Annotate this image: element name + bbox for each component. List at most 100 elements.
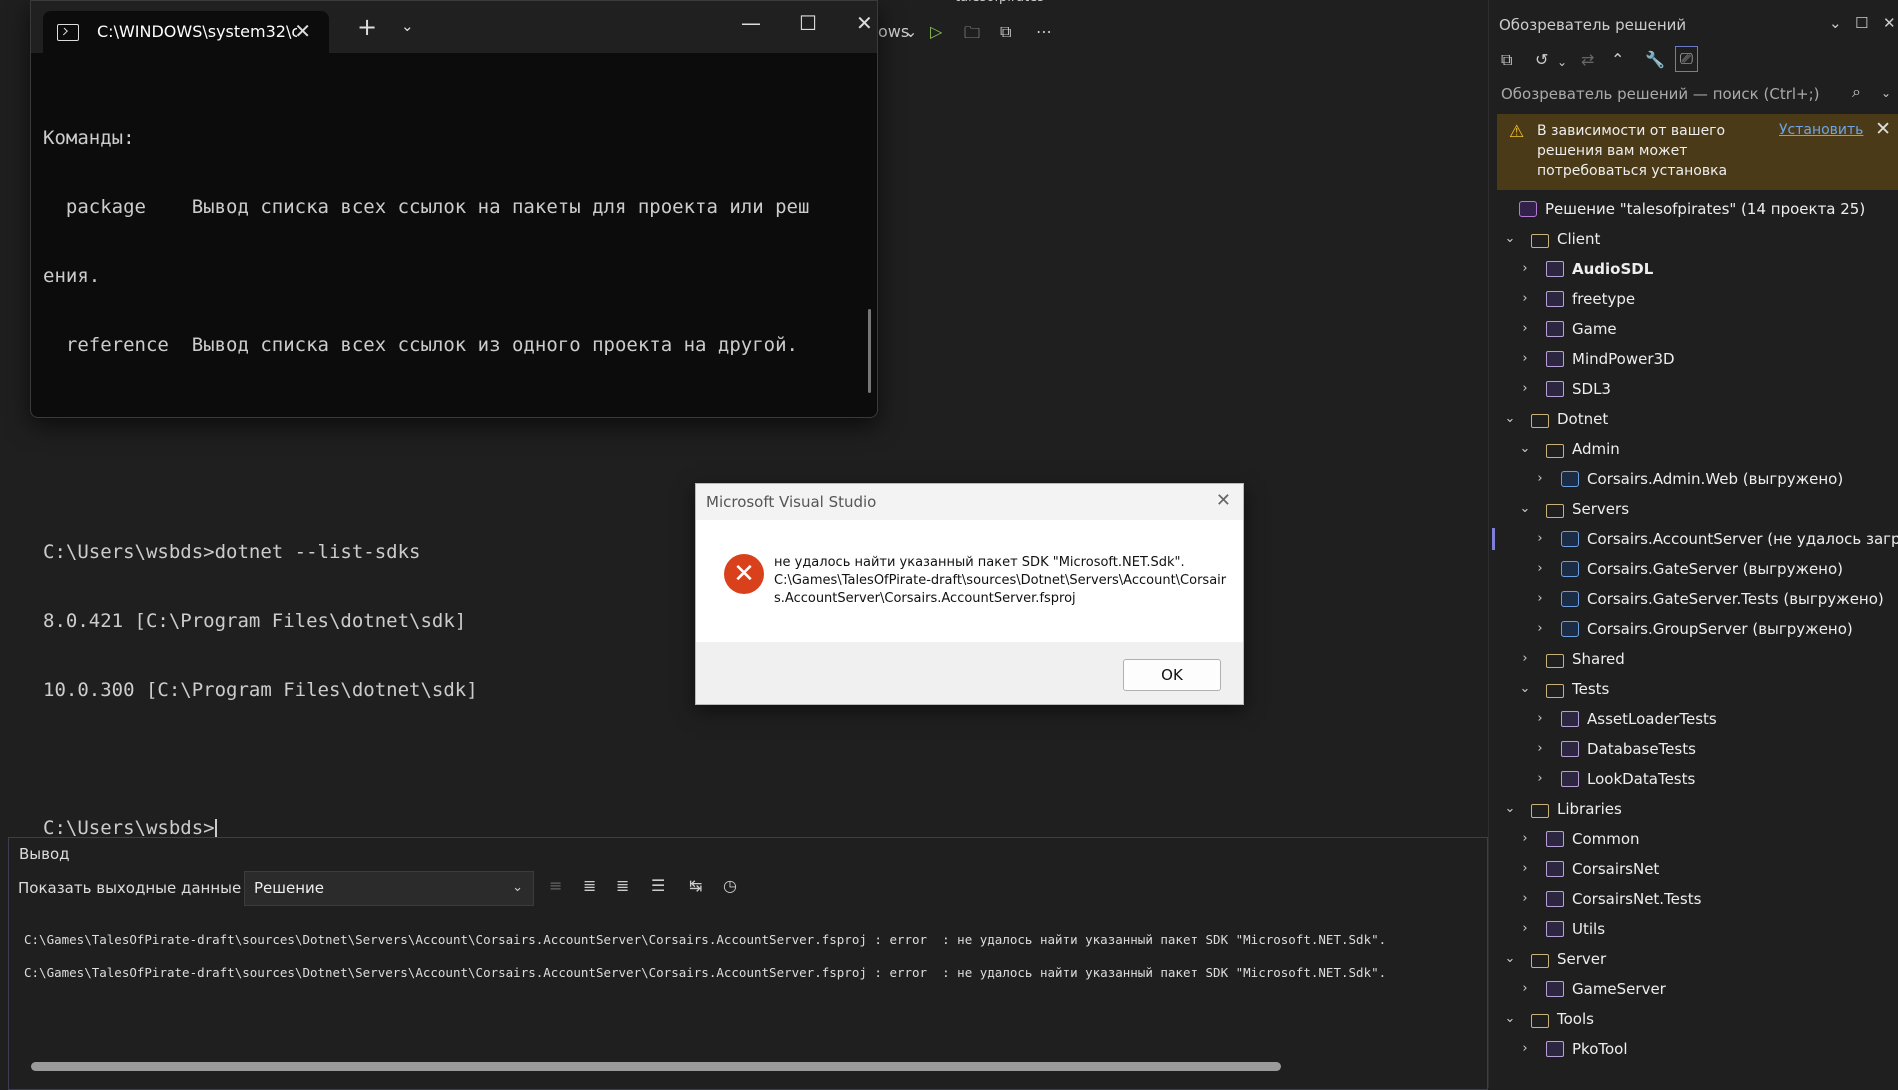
chevron-right-icon[interactable]: › <box>1518 261 1532 276</box>
chevron-right-icon[interactable]: › <box>1518 351 1532 366</box>
live-share-icon[interactable]: ⧉ <box>1000 22 1011 42</box>
chevron-right-icon[interactable]: › <box>1518 921 1532 936</box>
chevron-right-icon[interactable]: › <box>1518 831 1532 846</box>
tree-folder-node[interactable]: ⌄ Tools <box>1489 1006 1898 1036</box>
cmd-tab[interactable]: C:\WINDOWS\system32\cmd.e ✕ <box>43 11 329 53</box>
tree-project-node[interactable]: › GameServer <box>1489 976 1898 1006</box>
tab-dropdown-chevron-icon[interactable]: ⌄ <box>401 17 414 35</box>
chevron-right-icon[interactable]: › <box>1533 771 1547 786</box>
tree-folder-node[interactable]: ⌄ Tests <box>1489 676 1898 706</box>
find-next-icon[interactable]: ≣ <box>616 876 629 895</box>
preview-selected-icon[interactable]: ⎚ <box>1675 46 1698 72</box>
panel-close-icon[interactable]: ✕ <box>1883 14 1896 32</box>
chevron-down-icon[interactable]: ⌄ <box>1503 231 1517 246</box>
chevron-right-icon[interactable]: › <box>1518 861 1532 876</box>
chevron-right-icon[interactable]: › <box>1518 381 1532 396</box>
start-debug-play-icon[interactable]: ▷ <box>930 22 942 41</box>
chevron-right-icon[interactable]: › <box>1518 291 1532 306</box>
tree-project-node[interactable]: › Corsairs.GateServer (выгружено) <box>1489 556 1898 586</box>
search-options-chevron-icon[interactable]: ⌄ <box>1881 86 1891 100</box>
chevron-right-icon[interactable]: › <box>1518 981 1532 996</box>
chevron-right-icon[interactable]: › <box>1518 651 1532 666</box>
chevron-down-icon[interactable]: ⌄ <box>1518 501 1532 516</box>
cmd-scrollbar[interactable] <box>868 309 871 393</box>
tree-folder-node[interactable]: ⌄ Servers <box>1489 496 1898 526</box>
pending-changes-chevron-icon[interactable]: ⌄ <box>1557 55 1567 69</box>
tree-project-node[interactable]: › Corsairs.Admin.Web (выгружено) <box>1489 466 1898 496</box>
tree-folder-node[interactable]: ⌄ Libraries <box>1489 796 1898 826</box>
close-window-icon[interactable]: ✕ <box>856 11 873 35</box>
new-tab-plus-icon[interactable]: + <box>357 13 377 41</box>
pending-changes-icon[interactable]: ↺ <box>1535 50 1548 69</box>
tree-folder-node[interactable]: ⌄ Dotnet <box>1489 406 1898 436</box>
chevron-right-icon[interactable]: › <box>1518 891 1532 906</box>
chevron-right-icon[interactable]: › <box>1518 1041 1532 1056</box>
folder-search-icon[interactable]: 🗀 <box>964 22 980 49</box>
chevron-right-icon[interactable]: › <box>1533 591 1547 606</box>
properties-wrench-icon[interactable]: 🔧 <box>1645 50 1665 69</box>
collapse-all-icon[interactable]: ⌃ <box>1611 50 1624 69</box>
panel-maximize-icon[interactable]: ☐ <box>1855 14 1868 32</box>
tree-project-node[interactable]: › AssetLoaderTests <box>1489 706 1898 736</box>
install-link[interactable]: Установить <box>1779 122 1863 138</box>
tree-project-node[interactable]: › freetype <box>1489 286 1898 316</box>
tree-project-node[interactable]: › AudioSDL <box>1489 256 1898 286</box>
tree-project-node[interactable]: › Game <box>1489 316 1898 346</box>
tree-project-node[interactable]: › CorsairsNet <box>1489 856 1898 886</box>
tree-node-label: AudioSDL <box>1572 260 1654 278</box>
search-icon[interactable]: ⌕ <box>1852 82 1861 102</box>
maximize-icon[interactable]: ☐ <box>799 11 817 35</box>
dialog-close-icon[interactable]: ✕ <box>1216 490 1231 511</box>
tree-folder-node[interactable]: ⌄ Server <box>1489 946 1898 976</box>
chevron-right-icon[interactable]: › <box>1533 531 1547 546</box>
tree-folder-node[interactable]: › Shared <box>1489 646 1898 676</box>
solution-search-box[interactable]: Обозреватель решений — поиск (Ctrl+;) ⌕ … <box>1497 80 1897 108</box>
config-dropdown-chevron-icon[interactable]: ⌄ <box>904 22 917 41</box>
chevron-right-icon[interactable]: › <box>1533 621 1547 636</box>
cmd-titlebar[interactable]: C:\WINDOWS\system32\cmd.e ✕ + ⌄ — ☐ ✕ <box>31 1 877 53</box>
ok-button[interactable]: OK <box>1123 659 1221 691</box>
tree-project-node[interactable]: › MindPower3D <box>1489 346 1898 376</box>
word-wrap-icon[interactable]: ↹ <box>689 876 702 895</box>
chevron-right-icon[interactable]: › <box>1533 561 1547 576</box>
tree-project-node[interactable]: › CorsairsNet.Tests <box>1489 886 1898 916</box>
chevron-right-icon[interactable]: › <box>1533 711 1547 726</box>
minimize-icon[interactable]: — <box>741 11 761 35</box>
tree-project-node[interactable]: › LookDataTests <box>1489 766 1898 796</box>
switch-views-icon[interactable]: ⧉ <box>1501 50 1512 70</box>
tree-project-node[interactable]: › DatabaseTests <box>1489 736 1898 766</box>
clear-all-icon[interactable]: ☰ <box>651 876 665 895</box>
cmd-window[interactable]: C:\WINDOWS\system32\cmd.e ✕ + ⌄ — ☐ ✕ Ко… <box>30 0 878 839</box>
chevron-right-icon[interactable]: › <box>1533 471 1547 486</box>
close-tab-icon[interactable]: ✕ <box>294 19 311 43</box>
tree-folder-node[interactable]: ⌄ Admin <box>1489 436 1898 466</box>
tree-folder-node[interactable]: ⌄ Client <box>1489 226 1898 256</box>
chevron-down-icon[interactable]: ⌄ <box>1518 441 1532 456</box>
dialog-titlebar[interactable]: Microsoft Visual Studio ✕ <box>696 484 1243 520</box>
output-source-select[interactable]: Решение ⌄ <box>244 871 534 906</box>
find-previous-icon[interactable]: ≣ <box>583 876 596 895</box>
chevron-down-icon[interactable]: ⌄ <box>1503 801 1517 816</box>
tree-project-node[interactable]: › Utils <box>1489 916 1898 946</box>
tree-project-node[interactable]: › PkoTool <box>1489 1036 1898 1066</box>
chevron-down-icon[interactable]: ⌄ <box>1503 951 1517 966</box>
more-options-icon[interactable]: ⋯ <box>1036 22 1052 41</box>
tree-project-node[interactable]: › Corsairs.GroupServer (выгружено) <box>1489 616 1898 646</box>
error-dialog[interactable]: Microsoft Visual Studio ✕ ✕ не удалось н… <box>695 483 1244 705</box>
tree-project-node[interactable]: › Common <box>1489 826 1898 856</box>
chevron-down-icon[interactable]: ⌄ <box>1503 411 1517 426</box>
timestamp-clock-icon[interactable]: ◷ <box>723 876 737 895</box>
tree-project-node[interactable]: › SDL3 <box>1489 376 1898 406</box>
tree-project-node[interactable]: › Corsairs.AccountServer (не удалось загр… <box>1489 526 1898 556</box>
output-horizontal-scrollbar[interactable] <box>31 1062 1281 1071</box>
solution-node[interactable]: Решение "talesofpirates" (14 проекта 25) <box>1489 196 1898 226</box>
tree-project-node[interactable]: › Corsairs.GateServer.Tests (выгружено) <box>1489 586 1898 616</box>
chevron-right-icon[interactable]: › <box>1533 741 1547 756</box>
go-to-previous-icon[interactable]: ≡ <box>549 876 562 895</box>
chevron-right-icon[interactable]: › <box>1518 321 1532 336</box>
chevron-down-icon[interactable]: ⌄ <box>1503 1011 1517 1026</box>
banner-close-icon[interactable]: ✕ <box>1875 118 1891 140</box>
sync-with-document-icon[interactable]: ⇄ <box>1581 50 1594 69</box>
chevron-down-icon[interactable]: ⌄ <box>1518 681 1532 696</box>
panel-options-chevron-icon[interactable]: ⌄ <box>1829 14 1842 32</box>
